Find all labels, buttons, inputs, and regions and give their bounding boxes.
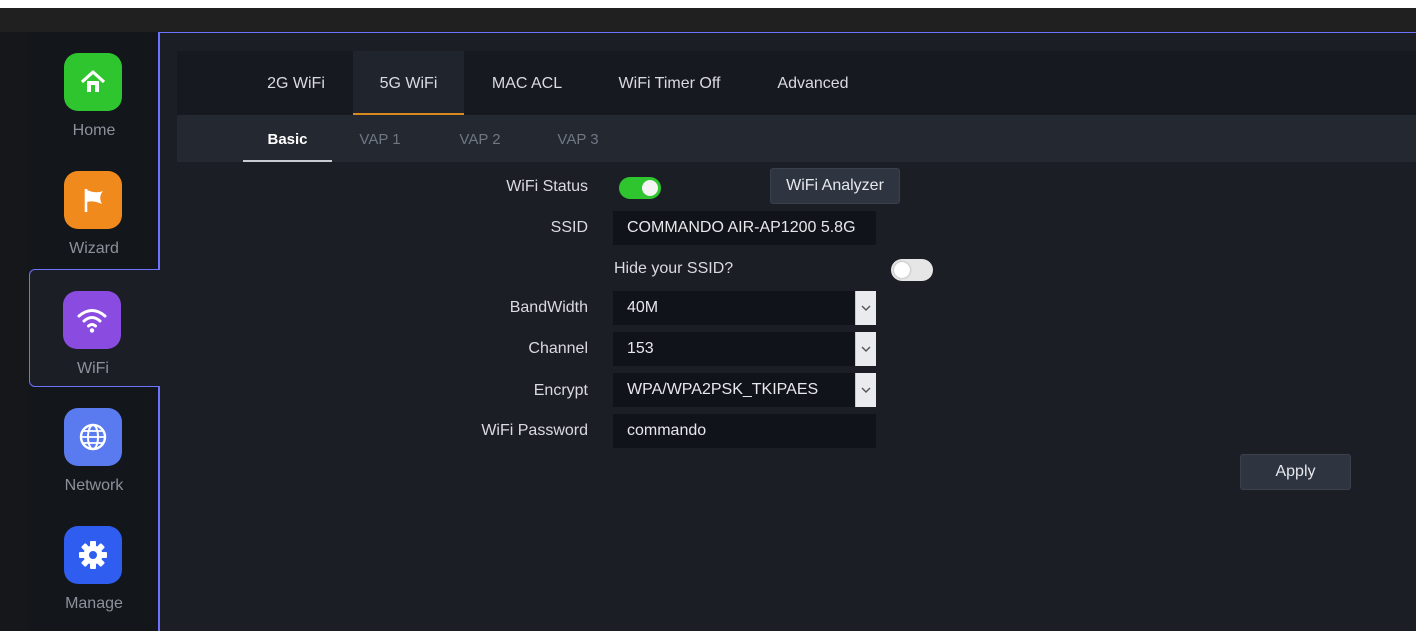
channel-label: Channel	[528, 340, 588, 357]
bandwidth-value: 40M	[627, 299, 659, 316]
flag-icon	[64, 171, 122, 229]
tab-bar: 2G WiFi 5G WiFi MAC ACL WiFi Timer Off A…	[177, 51, 1416, 115]
ssid-input[interactable]: COMMANDO AIR-AP1200 5.8G	[613, 211, 876, 245]
sidebar-item-manage[interactable]: Manage	[30, 505, 158, 623]
window-left-edge	[0, 32, 28, 631]
gear-icon	[64, 526, 122, 584]
active-subtab-underline	[243, 160, 332, 162]
wifi-password-input[interactable]: commando	[613, 414, 876, 448]
encrypt-select[interactable]: WPA/WPA2PSK_TKIPAES	[613, 373, 876, 407]
wifi-analyzer-button[interactable]: WiFi Analyzer	[770, 168, 900, 204]
wifi-status-toggle[interactable]	[619, 177, 661, 199]
sidebar-item-label: WiFi	[77, 360, 109, 377]
encrypt-value: WPA/WPA2PSK_TKIPAES	[627, 381, 819, 398]
chevron-down-icon[interactable]	[855, 291, 876, 325]
sidebar-item-label: Wizard	[69, 240, 119, 257]
subtab-vap-2[interactable]: VAP 2	[450, 115, 510, 162]
sidebar-item-label: Manage	[65, 595, 123, 612]
subtab-basic[interactable]: Basic	[243, 115, 332, 162]
toggle-knob	[642, 180, 658, 196]
channel-value: 153	[627, 340, 654, 357]
ssid-label: SSID	[550, 219, 588, 236]
subtab-vap-1[interactable]: VAP 1	[350, 115, 410, 162]
sidebar-item-network[interactable]: Network	[30, 387, 158, 505]
subtab-vap-3[interactable]: VAP 3	[545, 115, 611, 162]
home-icon	[64, 53, 122, 111]
tab-2g-wifi[interactable]: 2G WiFi	[254, 51, 338, 115]
sidebar-divider-top	[158, 32, 160, 269]
channel-select[interactable]: 153	[613, 332, 876, 366]
sidebar-item-label: Home	[72, 122, 116, 139]
toggle-knob	[894, 262, 910, 278]
tab-wifi-timer-off[interactable]: WiFi Timer Off	[602, 51, 737, 115]
wifi-icon	[63, 291, 121, 349]
apply-button[interactable]: Apply	[1240, 454, 1351, 490]
sidebar-item-home[interactable]: Home	[30, 32, 158, 150]
window-top-bar	[0, 8, 1416, 32]
bandwidth-select[interactable]: 40M	[613, 291, 876, 325]
main-panel-border	[160, 32, 1416, 33]
globe-icon	[64, 408, 122, 466]
wifi-status-label: WiFi Status	[506, 178, 588, 195]
chevron-down-icon[interactable]	[855, 332, 876, 366]
sidebar-item-wizard[interactable]: Wizard	[30, 150, 158, 268]
chevron-down-icon[interactable]	[855, 373, 876, 407]
encrypt-label: Encrypt	[533, 382, 588, 399]
hide-ssid-label: Hide your SSID?	[614, 260, 734, 277]
tab-5g-wifi[interactable]: 5G WiFi	[353, 51, 464, 115]
hide-ssid-toggle[interactable]	[891, 259, 933, 281]
wifi-password-label: WiFi Password	[481, 422, 588, 439]
subtab-bar: Basic VAP 1 VAP 2 VAP 3	[177, 115, 1416, 162]
sidebar-item-wifi[interactable]: WiFi	[29, 269, 160, 387]
bandwidth-label: BandWidth	[509, 299, 588, 316]
tab-mac-acl[interactable]: MAC ACL	[480, 51, 574, 115]
sidebar-divider-bottom	[158, 387, 160, 631]
tab-advanced[interactable]: Advanced	[765, 51, 861, 115]
sidebar-item-label: Network	[64, 477, 124, 494]
